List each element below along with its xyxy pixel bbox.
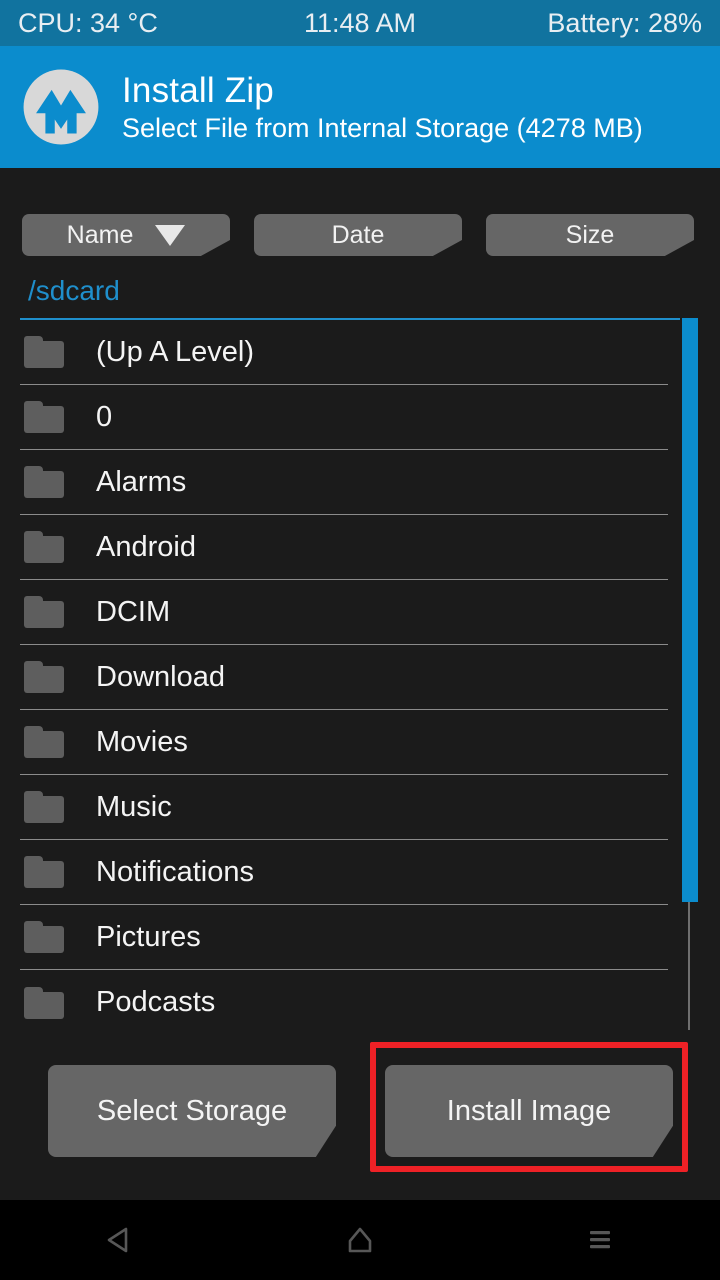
file-row-label: Music	[96, 790, 172, 823]
file-list-row[interactable]: (Up A Level)	[20, 320, 668, 385]
file-list-container[interactable]: (Up A Level) 0 Alarms Android DCIM Download Mo…	[0, 318, 720, 1030]
file-list-row[interactable]: Alarms	[20, 450, 668, 515]
file-row-label: Movies	[96, 725, 188, 758]
file-row-label: Notifications	[96, 855, 254, 888]
menu-lines-icon	[590, 1231, 610, 1249]
home-icon	[348, 1227, 372, 1253]
folder-icon	[24, 791, 64, 823]
file-list-row[interactable]: Movies	[20, 710, 668, 775]
file-list-row[interactable]: Music	[20, 775, 668, 840]
twrp-recovery-screen: CPU: 34 °C 11:48 AM Battery: 28% Install…	[0, 0, 720, 1280]
nav-back-button[interactable]	[60, 1200, 180, 1280]
status-bar: CPU: 34 °C 11:48 AM Battery: 28%	[0, 0, 720, 46]
nav-menu-button[interactable]	[540, 1200, 660, 1280]
back-triangle-icon	[107, 1227, 128, 1253]
sort-descending-triangle-icon	[155, 224, 186, 246]
folder-icon	[24, 921, 64, 953]
file-row-label: 0	[96, 400, 113, 433]
install-image-label: Install Image	[446, 1094, 612, 1127]
folder-icon	[24, 531, 64, 563]
scrollbar-thumb[interactable]	[682, 318, 698, 902]
sort-button-size[interactable]: Size	[486, 214, 694, 256]
select-storage-label: Select Storage	[96, 1094, 288, 1127]
install-image-button[interactable]: Install Image	[385, 1065, 673, 1157]
file-row-label: Android	[96, 530, 196, 563]
sort-bar: Name Date Size	[0, 214, 720, 256]
file-row-label: (Up A Level)	[96, 335, 254, 368]
folder-icon	[24, 726, 64, 758]
twrp-logo-icon	[23, 69, 99, 145]
sort-button-name[interactable]: Name	[22, 214, 230, 256]
file-list-row[interactable]: Pictures	[20, 905, 668, 970]
file-list: (Up A Level) 0 Alarms Android DCIM Download Mo…	[0, 320, 690, 1030]
folder-icon	[24, 336, 64, 368]
file-list-row[interactable]: Notifications	[20, 840, 668, 905]
file-list-row[interactable]: 0	[20, 385, 668, 450]
file-row-label: Podcasts	[96, 986, 216, 1018]
folder-icon	[24, 466, 64, 498]
folder-icon	[24, 596, 64, 628]
page-title: Install Zip	[122, 70, 274, 110]
action-bar: Select Storage Install Image	[0, 1065, 720, 1157]
nav-home-button[interactable]	[300, 1200, 420, 1280]
app-header: Install Zip Select File from Internal St…	[0, 46, 720, 168]
android-nav-bar	[0, 1200, 720, 1280]
file-row-label: Alarms	[96, 465, 187, 498]
file-list-row[interactable]: Download	[20, 645, 668, 710]
current-path-label: /sdcard	[28, 275, 120, 306]
folder-icon	[24, 401, 64, 433]
sort-button-size-label: Size	[565, 220, 615, 249]
sort-button-date[interactable]: Date	[254, 214, 462, 256]
page-subtitle: Select File from Internal Storage (4278 …	[122, 112, 643, 143]
file-row-label: Pictures	[96, 920, 201, 953]
file-list-row[interactable]: DCIM	[20, 580, 668, 645]
battery-label: Battery: 28%	[547, 7, 702, 38]
folder-icon	[24, 856, 64, 888]
cpu-temperature-label: CPU: 34 °C	[18, 7, 158, 38]
file-row-label: Download	[96, 660, 225, 693]
file-list-row[interactable]: Android	[20, 515, 668, 580]
header-text-group: Install Zip Select File from Internal St…	[122, 71, 643, 143]
sort-button-date-label: Date	[331, 220, 385, 249]
file-list-row[interactable]: Podcasts	[20, 970, 668, 1030]
file-row-label: DCIM	[96, 595, 171, 628]
folder-icon	[24, 661, 64, 693]
folder-icon	[24, 986, 64, 1019]
sort-button-name-label: Name	[66, 220, 134, 249]
select-storage-button[interactable]: Select Storage	[48, 1065, 336, 1157]
